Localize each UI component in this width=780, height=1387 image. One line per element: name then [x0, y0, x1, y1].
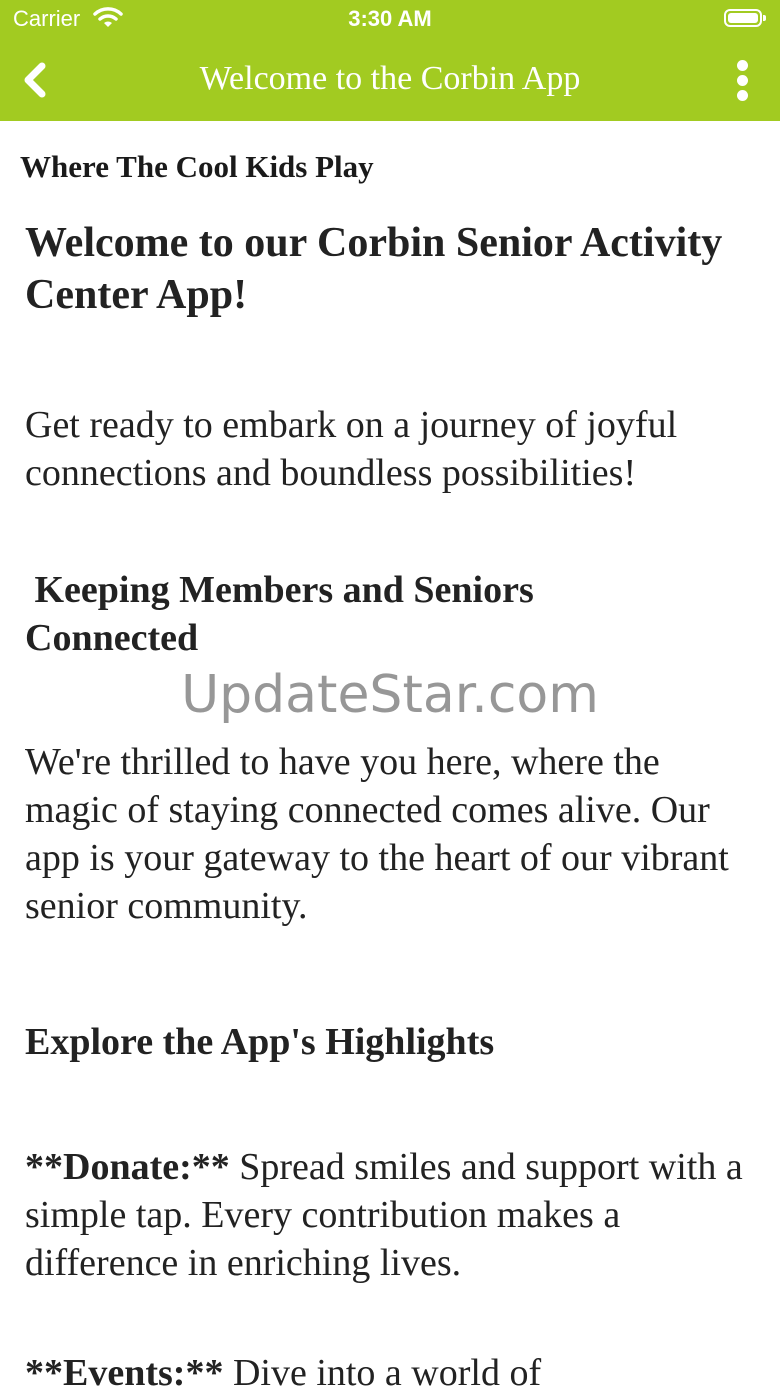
- tagline: Where The Cool Kids Play: [20, 149, 374, 184]
- highlights-heading: Explore the App's Highlights: [25, 1021, 495, 1063]
- more-options-button[interactable]: [728, 58, 756, 102]
- events-paragraph: **Events:** Dive into a world of: [25, 1349, 755, 1387]
- connected-heading-line2: Connected: [25, 617, 199, 659]
- thrilled-paragraph: We're thrilled to have you here, where t…: [25, 741, 729, 927]
- navigation-bar: Welcome to the Corbin App: [0, 40, 780, 121]
- nav-title: Welcome to the Corbin App: [199, 60, 581, 97]
- more-vertical-icon: [728, 60, 756, 101]
- donate-label: **Donate:**: [25, 1146, 230, 1188]
- status-time: 3:30 AM: [348, 6, 432, 31]
- watermark: UpdateStar.com: [181, 665, 599, 725]
- events-label: **Events:**: [25, 1352, 224, 1387]
- events-text: Dive into a world of: [223, 1352, 542, 1387]
- welcome-heading: Welcome to our Corbin Senior Activity Ce…: [25, 220, 723, 318]
- intro-paragraph: Get ready to embark on a journey of joyf…: [25, 404, 678, 494]
- connected-heading: Keeping Members and Seniors: [25, 569, 534, 611]
- status-bar: Carrier 3:30 AM: [0, 0, 780, 40]
- donate-paragraph: **Donate:** Spread smiles and support wi…: [25, 1143, 755, 1287]
- main-content: Where The Cool Kids Play Welcome to our …: [0, 121, 780, 1387]
- battery-icon: [724, 9, 766, 27]
